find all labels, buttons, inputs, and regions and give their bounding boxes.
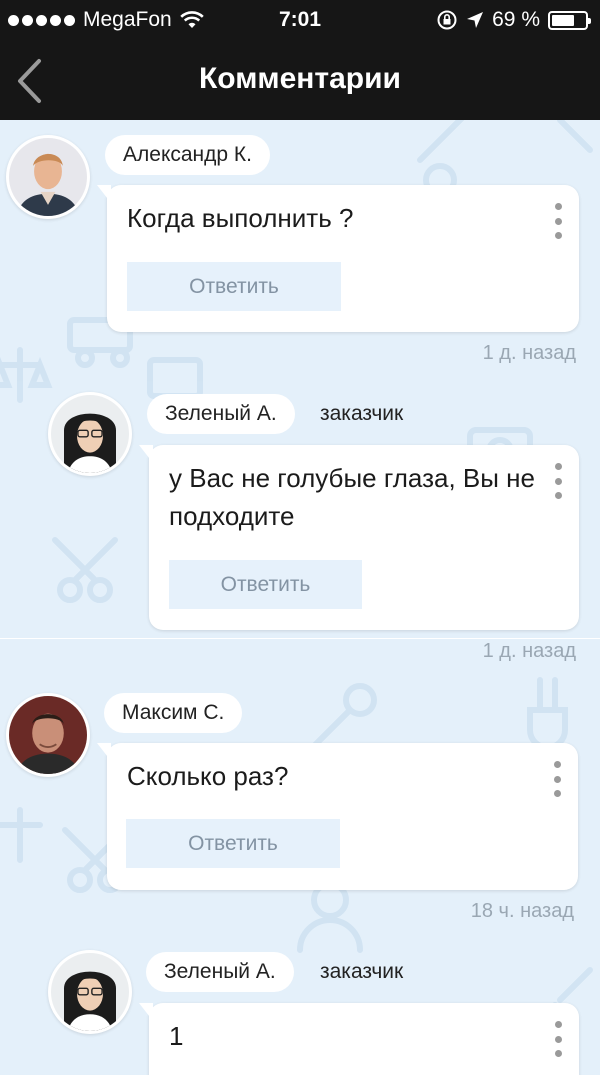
avatar[interactable] [6, 135, 90, 219]
author-role: заказчик [320, 402, 404, 425]
comment-text: 1 [169, 1021, 184, 1051]
comment-time: 1 д. назад [482, 640, 576, 662]
battery-icon [548, 10, 591, 30]
comment-item: Александр К. Когда выполнить ? Ответить … [0, 120, 600, 370]
comment-bubble: Сколько раз? Ответить [97, 743, 578, 890]
nav-bar: Комментарии [0, 42, 600, 120]
comment-bubble: Когда выполнить ? Ответить [97, 185, 579, 332]
comment-item: Зеленый А. заказчик 1 [0, 940, 600, 1075]
status-right-group: 69 % [436, 8, 591, 32]
more-options-icon[interactable] [551, 203, 565, 239]
reply-button[interactable]: Ответить [126, 819, 340, 868]
comment-text: Когда выполнить ? [127, 203, 354, 233]
author-name[interactable]: Зеленый А. [147, 394, 295, 434]
status-bar: MegaFon 7:01 69 % [0, 0, 600, 42]
page-title: Комментарии [198, 62, 402, 95]
comment-time: 18 ч. назад [470, 900, 574, 922]
avatar[interactable] [48, 950, 132, 1034]
comment-bubble: у Вас не голубые глаза, Вы не подходите … [139, 445, 579, 630]
more-options-icon[interactable] [551, 1021, 565, 1057]
avatar[interactable] [48, 392, 132, 476]
thread-divider [0, 638, 600, 639]
location-arrow-icon [467, 12, 484, 28]
author-name[interactable]: Максим С. [104, 693, 243, 733]
comment-time: 1 д. назад [482, 342, 576, 364]
reply-button[interactable]: Ответить [127, 262, 341, 311]
more-options-icon[interactable] [551, 463, 565, 499]
battery-fill [552, 14, 575, 26]
author-role: заказчик [320, 960, 404, 983]
comment-item: Максим С. Сколько раз? Ответить 18 ч. на… [0, 680, 600, 930]
rotation-lock-icon [437, 10, 457, 30]
author-name[interactable]: Александр К. [105, 135, 270, 175]
comments-feed[interactable]: Александр К. Когда выполнить ? Ответить … [0, 120, 600, 1075]
comment-bubble: 1 [139, 1003, 579, 1075]
comment-item: Зеленый А. заказчик у Вас не голубые гла… [0, 382, 600, 667]
comment-text: Сколько раз? [127, 761, 289, 791]
comment-text: у Вас не голубые глаза, Вы не подходите [169, 463, 535, 531]
more-options-icon[interactable] [550, 761, 564, 797]
reply-button[interactable]: Ответить [169, 560, 362, 609]
battery-percent: 69 % [492, 8, 540, 31]
author-name[interactable]: Зеленый А. [146, 952, 294, 992]
avatar[interactable] [6, 693, 90, 777]
